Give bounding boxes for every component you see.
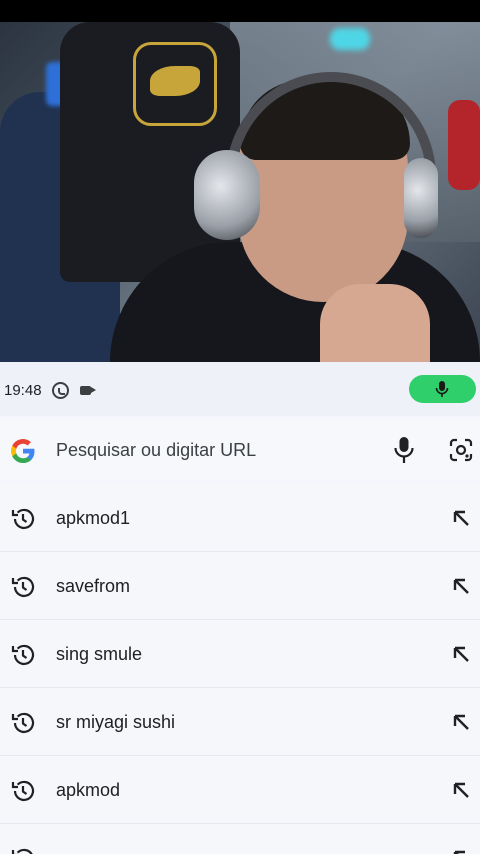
- red-object: [448, 100, 480, 190]
- history-icon: [11, 644, 35, 665]
- suggestion-label: apkmod1: [56, 508, 131, 528]
- headphones-earcup-left: [194, 150, 260, 240]
- suggestion-label: sing smule: [56, 644, 143, 664]
- suggestion-label: apkmod: [56, 780, 121, 800]
- chair-logo-mark: [150, 66, 200, 96]
- status-bar: 19:48: [0, 362, 480, 416]
- google-lens-icon[interactable]: [449, 438, 473, 462]
- top-bar: [0, 0, 480, 22]
- history-icon: [11, 712, 35, 733]
- history-icon: [11, 848, 33, 854]
- fill-arrow-icon[interactable]: [450, 643, 472, 665]
- suggestion-label: savefrom: [56, 576, 131, 596]
- browser-suggestion-sheet: 19:48 Pesquisar ou digitar URL apkmod1 s…: [0, 362, 480, 854]
- list-item[interactable]: [0, 824, 480, 854]
- google-logo: [11, 439, 35, 463]
- fill-arrow-icon[interactable]: [450, 711, 472, 733]
- video-camera-icon: [80, 386, 96, 395]
- suggestion-list: apkmod1 savefrom sing smule sr miyagi su…: [0, 484, 480, 854]
- video-overlay[interactable]: [0, 22, 480, 362]
- fill-arrow-icon[interactable]: [450, 779, 472, 801]
- status-time: 19:48: [4, 382, 42, 399]
- suggestion-label: sr miyagi sushi: [56, 712, 176, 732]
- history-icon: [11, 508, 35, 529]
- list-item[interactable]: sing smule: [0, 620, 480, 688]
- search-bar[interactable]: Pesquisar ou digitar URL: [0, 420, 480, 480]
- person-hand: [320, 284, 430, 362]
- fill-arrow-icon[interactable]: [450, 847, 472, 854]
- history-icon: [11, 780, 35, 801]
- list-item[interactable]: apkmod: [0, 756, 480, 824]
- voice-search-icon[interactable]: [392, 436, 416, 464]
- cyan-light: [330, 28, 370, 50]
- list-item[interactable]: sr miyagi sushi: [0, 688, 480, 756]
- list-item[interactable]: apkmod1: [0, 484, 480, 552]
- fill-arrow-icon[interactable]: [450, 507, 472, 529]
- headphones-earcup-right: [404, 158, 438, 238]
- search-input[interactable]: Pesquisar ou digitar URL: [56, 440, 256, 461]
- whatsapp-icon: [52, 382, 69, 399]
- list-item[interactable]: savefrom: [0, 552, 480, 620]
- fill-arrow-icon[interactable]: [450, 575, 472, 597]
- mic-in-use-indicator[interactable]: [409, 375, 476, 403]
- history-icon: [11, 576, 35, 597]
- mic-icon: [435, 381, 449, 397]
